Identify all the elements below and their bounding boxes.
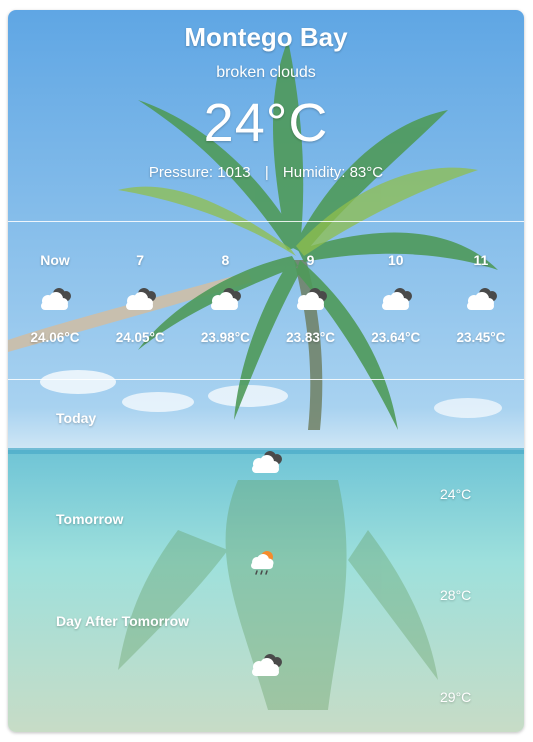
sun-rain-cloud-icon bbox=[246, 547, 280, 582]
broken-clouds-icon bbox=[446, 276, 516, 320]
hour-label: 10 bbox=[387, 252, 404, 268]
broken-clouds-icon bbox=[276, 276, 346, 320]
hour-label: 8 bbox=[221, 252, 230, 268]
hour-temperature: 23.83°C bbox=[286, 330, 336, 345]
pressure-humidity: Pressure: 1013 | Humidity: 83°C bbox=[8, 164, 524, 181]
broken-clouds-icon bbox=[361, 276, 431, 320]
hour-temperature: 24.06°C bbox=[30, 330, 80, 345]
broken-clouds-icon bbox=[190, 276, 260, 320]
middle-divider bbox=[8, 379, 524, 380]
humidity-value: Humidity: 83°C bbox=[282, 164, 384, 181]
hourly-item: Now 24.06°C bbox=[20, 250, 90, 345]
meta-separator: | bbox=[264, 164, 269, 181]
hour-label: 9 bbox=[306, 252, 315, 268]
daily-item: Day After Tomorrow 29°C bbox=[8, 613, 524, 713]
hour-label: 11 bbox=[473, 252, 489, 268]
current-temperature: 24°C bbox=[203, 93, 329, 153]
hour-temperature: 24.05°C bbox=[115, 330, 165, 345]
hour-temperature: 23.64°C bbox=[371, 330, 421, 345]
hour-temperature: 23.98°C bbox=[200, 330, 250, 345]
day-temperature: 28°C bbox=[440, 587, 472, 603]
day-temperature: 29°C bbox=[440, 689, 472, 705]
day-label: Today bbox=[56, 410, 97, 426]
hourly-item: 9 23.83°C bbox=[276, 250, 346, 345]
broken-clouds-icon bbox=[246, 446, 286, 481]
hourly-item: 8 23.98°C bbox=[190, 250, 260, 345]
broken-clouds-icon bbox=[246, 649, 286, 684]
hour-temperature: 23.45°C bbox=[456, 330, 506, 345]
hourly-item: 10 23.64°C bbox=[361, 250, 431, 345]
city-name: Montego Bay bbox=[184, 22, 348, 52]
hourly-item: 7 24.05°C bbox=[105, 250, 175, 345]
daily-item: Tomorrow 28°C bbox=[8, 511, 524, 611]
hourly-forecast: Now 24.06°C 7 24.05°C 8 23.98°C 9 23.83°… bbox=[20, 250, 516, 345]
day-temperature: 24°C bbox=[440, 486, 472, 502]
pressure-value: Pressure: 1013 bbox=[148, 164, 251, 181]
hour-label: 7 bbox=[136, 252, 145, 268]
broken-clouds-icon bbox=[105, 276, 175, 320]
day-label: Tomorrow bbox=[56, 511, 124, 527]
hourly-item: 11 23.45°C bbox=[446, 250, 516, 345]
weather-card: Montego Bay broken clouds 24°C Pressure:… bbox=[8, 10, 524, 732]
top-divider bbox=[8, 221, 524, 222]
daily-item: Today 24°C bbox=[8, 410, 524, 510]
weather-description: broken clouds bbox=[216, 64, 316, 81]
day-label: Day After Tomorrow bbox=[56, 613, 190, 629]
hour-label: Now bbox=[40, 252, 70, 268]
broken-clouds-icon bbox=[20, 276, 90, 320]
